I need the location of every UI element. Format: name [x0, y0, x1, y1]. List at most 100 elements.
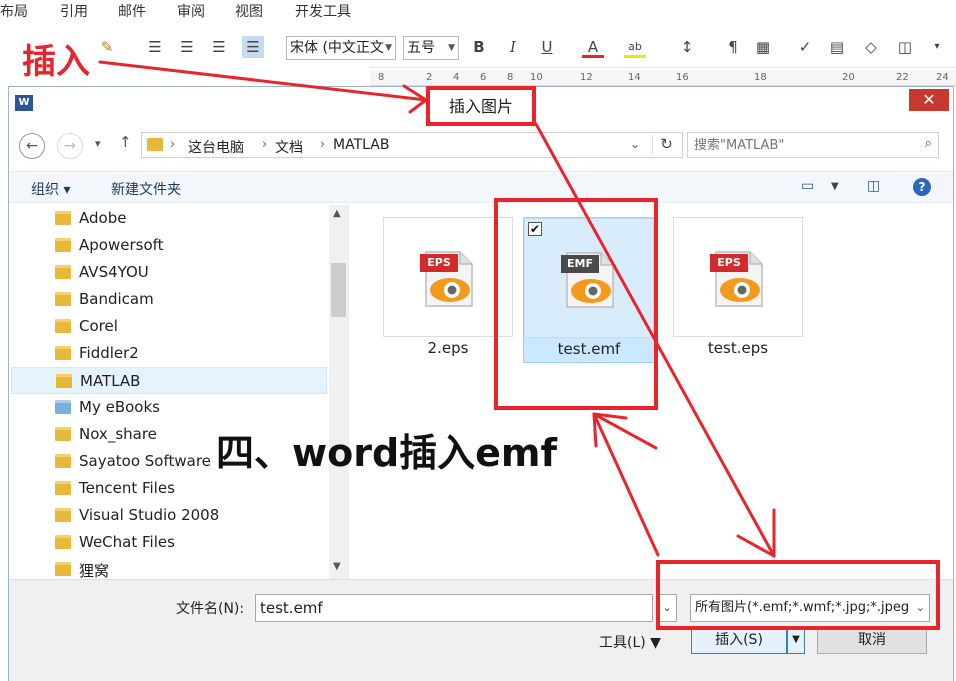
sidebar-item-bandicam[interactable]: Bandicam: [11, 286, 327, 313]
insert-button[interactable]: 插入(S): [691, 626, 787, 654]
ruler-tick: 8: [507, 72, 514, 83]
paragraph-icon[interactable]: ¶: [722, 36, 744, 58]
folder-icon: [55, 562, 71, 576]
sidebar-item-wechat-files[interactable]: WeChat Files: [11, 529, 327, 556]
borders-icon[interactable]: ▦: [752, 36, 774, 58]
more-icon[interactable]: ▾: [926, 36, 948, 58]
bold-icon[interactable]: B: [468, 36, 490, 58]
scroll-down-icon[interactable]: ▼: [333, 561, 341, 572]
navigation-bar: ← → ▾ ↑ › 这台电脑 › 文档 › MATLAB ⌄ ↻ ⌕: [9, 127, 953, 163]
organize-button[interactable]: 组织 ▾: [31, 179, 70, 199]
sidebar-item-my-ebooks[interactable]: My eBooks: [11, 394, 327, 421]
sidebar-item-label: My eBooks: [79, 398, 160, 416]
insert-dropdown-icon[interactable]: ▼: [787, 626, 805, 654]
align-center-icon[interactable]: ☰: [176, 36, 198, 58]
tab-review[interactable]: 审阅: [177, 1, 205, 21]
folder-icon: [55, 427, 71, 441]
font-size-select[interactable]: 五号 ▼: [403, 36, 459, 60]
annotation-box-filter: [656, 560, 940, 630]
align-right-icon[interactable]: ☰: [208, 36, 230, 58]
ruler-tick: 16: [676, 72, 689, 83]
screen: 布局 引用 邮件 审阅 视图 开发工具 ✎ ☰ ☰ ☰ ☰ 宋体 (中文正文 ▼…: [0, 0, 956, 681]
filename-input[interactable]: test.emf: [255, 594, 653, 622]
justify-icon[interactable]: ☰: [242, 36, 264, 58]
highlight-icon[interactable]: ab: [624, 36, 646, 58]
sidebar-item-corel[interactable]: Corel: [11, 313, 327, 340]
address-bar[interactable]: › 这台电脑 › 文档 › MATLAB ⌄ ↻: [141, 132, 683, 158]
folder-icon: [55, 292, 71, 306]
file-type-badge: EPS: [710, 254, 748, 272]
tab-developer[interactable]: 开发工具: [295, 1, 351, 21]
close-button[interactable]: ✕: [909, 89, 949, 111]
file-item[interactable]: EPS test.eps: [673, 217, 805, 363]
annotation-insert-label: 插入: [22, 42, 90, 82]
sidebar-item-label: Apowersoft: [79, 236, 164, 254]
font-size-value: 五号: [407, 40, 435, 56]
command-bar: 组织 ▾ 新建文件夹 ▭ ▼ ◫ ?: [9, 171, 953, 203]
sidebar-item-adobe[interactable]: Adobe: [11, 205, 327, 232]
sidebar-item-label: Bandicam: [79, 290, 154, 308]
folder-icon: [55, 238, 71, 252]
chevron-down-icon: ▼: [385, 43, 392, 53]
ruler-tick: 6: [480, 72, 487, 83]
back-button[interactable]: ←: [19, 133, 45, 159]
ruler-tick: 10: [530, 72, 543, 83]
navigation-scrollbar[interactable]: ▲ ▼: [329, 205, 348, 579]
annotation-caption: 四、word插入emf: [216, 431, 558, 475]
search-box: ⌕: [687, 132, 939, 158]
tools-button[interactable]: 工具(L) ▼: [599, 632, 661, 652]
ruler-tick: 18: [754, 72, 767, 83]
sidebar-item-avs4you[interactable]: AVS4YOU: [11, 259, 327, 286]
tab-layout[interactable]: 布局: [0, 1, 28, 21]
search-input[interactable]: [694, 136, 904, 154]
underline-icon[interactable]: U: [536, 36, 558, 58]
font-color-icon[interactable]: A: [582, 36, 604, 58]
up-arrow-icon[interactable]: ↑: [119, 133, 132, 151]
sidebar-item-label: Adobe: [79, 209, 127, 227]
preview-pane-icon[interactable]: ◫: [867, 178, 880, 194]
ruler-tick: 2: [426, 72, 433, 83]
sidebar-item-label: MATLAB: [80, 372, 141, 390]
tab-references[interactable]: 引用: [60, 1, 88, 21]
sidebar-item-label: AVS4YOU: [79, 263, 149, 281]
recent-locations-chevron-icon[interactable]: ▾: [95, 137, 101, 150]
new-folder-button[interactable]: 新建文件夹: [111, 179, 181, 199]
sidebar-item-visual-studio-2008[interactable]: Visual Studio 2008: [11, 502, 327, 529]
folder-icon: [55, 265, 71, 279]
eraser-icon[interactable]: ◇: [860, 36, 882, 58]
sidebar-item-apowersoft[interactable]: Apowersoft: [11, 232, 327, 259]
view-options-icon[interactable]: ▭: [801, 178, 814, 194]
format-painter-icon[interactable]: ✎: [96, 36, 118, 58]
italic-icon[interactable]: I: [502, 36, 524, 58]
sidebar-item-matlab[interactable]: MATLAB: [11, 367, 327, 394]
folder-icon: [55, 454, 71, 468]
tab-mailings[interactable]: 邮件: [118, 1, 146, 21]
spellcheck-icon[interactable]: ✓: [794, 36, 816, 58]
font-name-select[interactable]: 宋体 (中文正文 ▼: [286, 36, 396, 60]
search-icon[interactable]: ⌕: [925, 136, 932, 151]
breadcrumb-this-pc[interactable]: 这台电脑: [188, 137, 244, 157]
ribbon-tab-bar: 布局 引用 邮件 审阅 视图 开发工具: [0, 0, 956, 22]
screenshot-icon[interactable]: ◫: [894, 36, 916, 58]
sidebar-item-label: Tencent Files: [79, 479, 175, 497]
forward-button[interactable]: →: [57, 133, 83, 159]
folder-icon: [55, 508, 71, 522]
help-icon[interactable]: ?: [913, 178, 931, 196]
sidebar-item-tencent-files[interactable]: Tencent Files: [11, 475, 327, 502]
sidebar-item-fiddler2[interactable]: Fiddler2: [11, 340, 327, 367]
file-type-badge: EPS: [420, 254, 458, 272]
tab-view[interactable]: 视图: [235, 1, 263, 21]
chevron-down-icon[interactable]: ▼: [831, 181, 839, 192]
align-left-icon[interactable]: ☰: [144, 36, 166, 58]
scroll-thumb[interactable]: [331, 263, 346, 317]
breadcrumb-matlab[interactable]: MATLAB: [333, 137, 389, 153]
cancel-button[interactable]: 取消: [817, 626, 927, 654]
refresh-icon[interactable]: ↻: [652, 135, 680, 155]
ruler-tick: 24: [936, 72, 949, 83]
table-icon[interactable]: ▤: [826, 36, 848, 58]
scroll-up-icon[interactable]: ▲: [333, 208, 341, 219]
address-dropdown-icon[interactable]: ⌄: [630, 137, 640, 151]
ruler: 8 2 4 6 8 10 12 14 16 18 20 22 24: [370, 70, 956, 86]
breadcrumb-documents[interactable]: 文档: [275, 137, 303, 157]
line-spacing-icon[interactable]: ↕: [676, 36, 698, 58]
